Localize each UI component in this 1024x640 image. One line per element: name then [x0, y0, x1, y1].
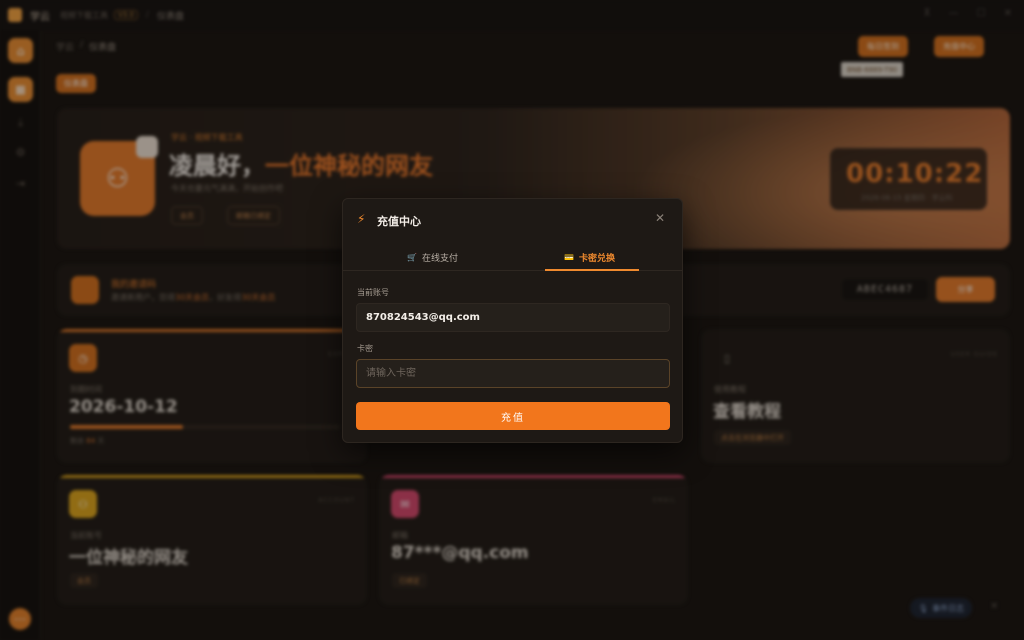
tab-online-payment[interactable]: 🛒 在线支付 [407, 243, 458, 271]
close-icon[interactable]: ✕ [653, 211, 667, 225]
payment-tabs: 🛒 在线支付 💳 卡密兑换 [343, 243, 682, 271]
active-tab-indicator [545, 269, 639, 271]
recharge-dialog: ⚡ 充值中心 ✕ 🛒 在线支付 💳 卡密兑换 当前账号 870824543@qq… [342, 198, 683, 443]
cart-icon: 🛒 [407, 252, 417, 262]
recharge-submit-button[interactable]: 充值 [356, 402, 670, 430]
card-key-input[interactable] [356, 359, 670, 388]
lightning-icon: ⚡ [357, 212, 366, 226]
account-field: 870824543@qq.com [356, 303, 670, 332]
tab-card-redeem[interactable]: 💳 卡密兑换 [564, 243, 615, 271]
app-window: 学云 视频下载工具 V3.0 / 仪表盘 ⊼ — ☐ ✕ ⌂ ▦ ⤓ ⚙ ⇥ ⋯… [0, 0, 1024, 640]
card-icon: 💳 [564, 252, 574, 262]
account-label: 当前账号 [357, 288, 389, 297]
card-key-label: 卡密 [357, 344, 373, 353]
dialog-title: 充值中心 [377, 215, 421, 228]
